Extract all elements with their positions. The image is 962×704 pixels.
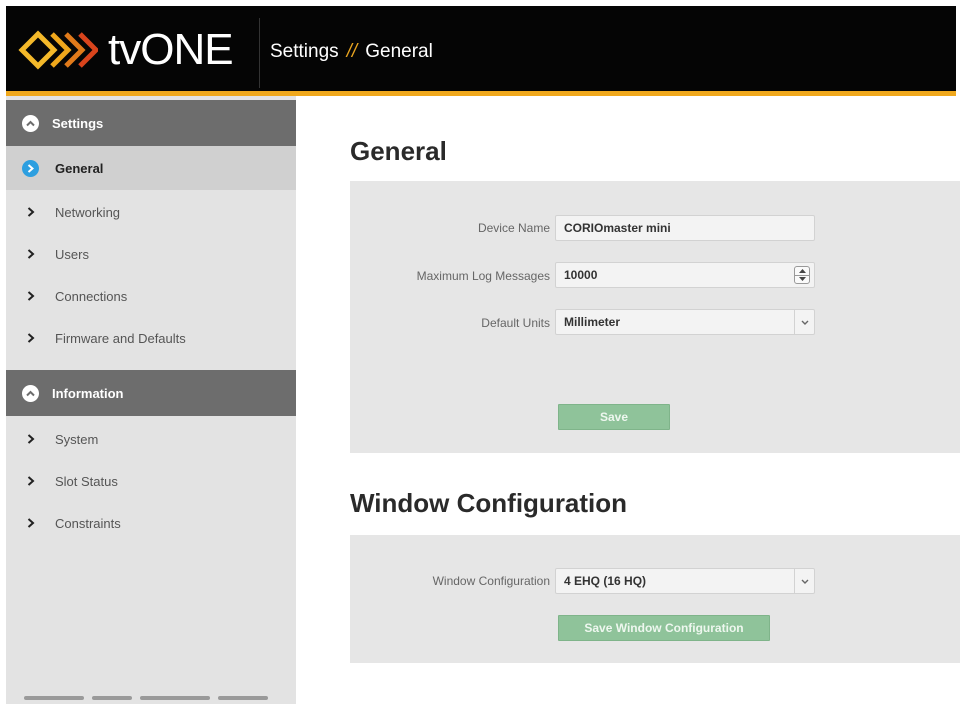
chevron-right-icon: [22, 330, 39, 347]
chevron-up-circle-icon: [22, 384, 39, 402]
window-configuration-title: Window Configuration: [350, 488, 628, 518]
chevron-right-icon: [22, 288, 39, 305]
window-configuration-label: Window Configuration: [432, 574, 550, 588]
sidebar-item-label: System: [55, 431, 99, 447]
brand-name: tvONE: [108, 25, 234, 74]
header-divider: [259, 18, 260, 88]
max-log-messages-label: Maximum Log Messages: [416, 269, 550, 283]
sidebar-item-constraints[interactable]: Constraints: [6, 502, 296, 544]
sidebar-section-label: Information: [52, 385, 124, 401]
sidebar-item-label: Constraints: [55, 515, 121, 531]
breadcrumb-separator: //: [346, 41, 358, 62]
sidebar-item-label: Firmware and Defaults: [55, 330, 186, 346]
general-title: General: [350, 136, 447, 166]
stepper-control[interactable]: [794, 266, 810, 284]
chevron-right-icon: [22, 246, 39, 263]
sidebar-item-users[interactable]: Users: [6, 233, 296, 275]
general-panel: Device Name CORIOmaster mini Maximum Log…: [350, 181, 960, 453]
chevron-right-icon: [22, 473, 39, 490]
sidebar-section-settings[interactable]: Settings: [6, 100, 296, 146]
window-configuration-select[interactable]: 4 EHQ (16 HQ): [555, 568, 815, 594]
default-units-label: Default Units: [481, 316, 550, 330]
chevron-down-icon: [794, 569, 814, 593]
default-units-value: Millimeter: [564, 315, 621, 329]
sidebar-item-label: Users: [55, 246, 89, 262]
chevron-right-icon: [22, 204, 39, 221]
sidebar-section-information[interactable]: Information: [6, 370, 296, 416]
sidebar-item-firmware-and-defaults[interactable]: Firmware and Defaults: [6, 317, 296, 359]
sidebar-item-slot-status[interactable]: Slot Status: [6, 460, 296, 502]
window-configuration-value: 4 EHQ (16 HQ): [564, 574, 647, 588]
breadcrumb-current: General: [365, 41, 433, 62]
app-header: tvONE Settings // General: [6, 6, 956, 92]
sidebar-item-networking[interactable]: Networking: [6, 191, 296, 233]
stepper-down-icon[interactable]: [795, 274, 809, 284]
sidebar-footer: [24, 696, 284, 704]
chevron-right-icon: [22, 431, 39, 448]
brand-logo[interactable]: tvONE: [18, 25, 234, 74]
sidebar-item-connections[interactable]: Connections: [6, 275, 296, 317]
device-name-field[interactable]: CORIOmaster mini: [555, 215, 815, 241]
chevron-right-circle-icon: [22, 159, 39, 177]
chevron-logo-icon: [18, 30, 98, 70]
save-window-configuration-button[interactable]: Save Window Configuration: [558, 615, 770, 641]
sidebar-item-label: Connections: [55, 288, 128, 304]
chevron-up-circle-icon: [22, 114, 39, 132]
sidebar-item-label: Slot Status: [55, 473, 118, 489]
sidebar-item-system[interactable]: System: [6, 418, 296, 460]
sidebar-item-general[interactable]: General: [6, 146, 296, 190]
breadcrumb: Settings // General: [270, 41, 433, 63]
stepper-up-icon[interactable]: [795, 267, 809, 275]
chevron-down-icon: [794, 310, 814, 334]
sidebar: Settings General Networking Users Connec…: [6, 96, 296, 704]
sidebar-section-label: Settings: [52, 115, 104, 131]
chevron-right-icon: [22, 515, 39, 532]
sidebar-item-label: Networking: [55, 204, 121, 220]
default-units-select[interactable]: Millimeter: [555, 309, 815, 335]
window-configuration-panel: Window Configuration 4 EHQ (16 HQ) Save …: [350, 535, 960, 663]
max-log-messages-value: 10000: [564, 268, 598, 282]
sidebar-item-label: General: [55, 160, 104, 176]
device-name-label: Device Name: [477, 221, 550, 235]
max-log-messages-stepper[interactable]: 10000: [555, 262, 815, 288]
save-button[interactable]: Save: [558, 404, 670, 430]
breadcrumb-root[interactable]: Settings: [270, 41, 339, 63]
